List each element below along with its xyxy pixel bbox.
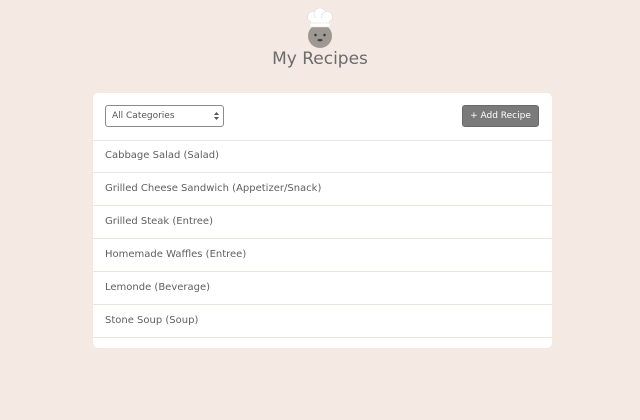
chef-icon	[307, 8, 333, 48]
recipe-list-item[interactable]: Cabbage Salad (Salad)	[93, 140, 552, 173]
recipe-list-item[interactable]: Homemade Waffles (Entree)	[93, 239, 552, 272]
page: My Recipes All Categories + Add Recipe C…	[0, 0, 640, 420]
page-title: My Recipes	[272, 49, 368, 69]
category-select-value: All Categories	[112, 111, 175, 121]
recipes-card: All Categories + Add Recipe Cabbage Sala…	[93, 93, 552, 348]
recipe-list-item[interactable]: Grilled Cheese Sandwich (Appetizer/Snack…	[93, 173, 552, 206]
recipe-list-item[interactable]: Stone Soup (Soup)	[93, 305, 552, 338]
recipe-list: Cabbage Salad (Salad) Grilled Cheese San…	[93, 140, 552, 338]
recipe-list-item[interactable]: Lemonde (Beverage)	[93, 272, 552, 305]
select-arrows-icon	[214, 112, 219, 120]
toolbar: All Categories + Add Recipe	[93, 93, 552, 141]
category-select[interactable]: All Categories	[105, 105, 224, 127]
recipe-list-item[interactable]: Grilled Steak (Entree)	[93, 206, 552, 239]
add-recipe-button[interactable]: + Add Recipe	[462, 105, 539, 127]
